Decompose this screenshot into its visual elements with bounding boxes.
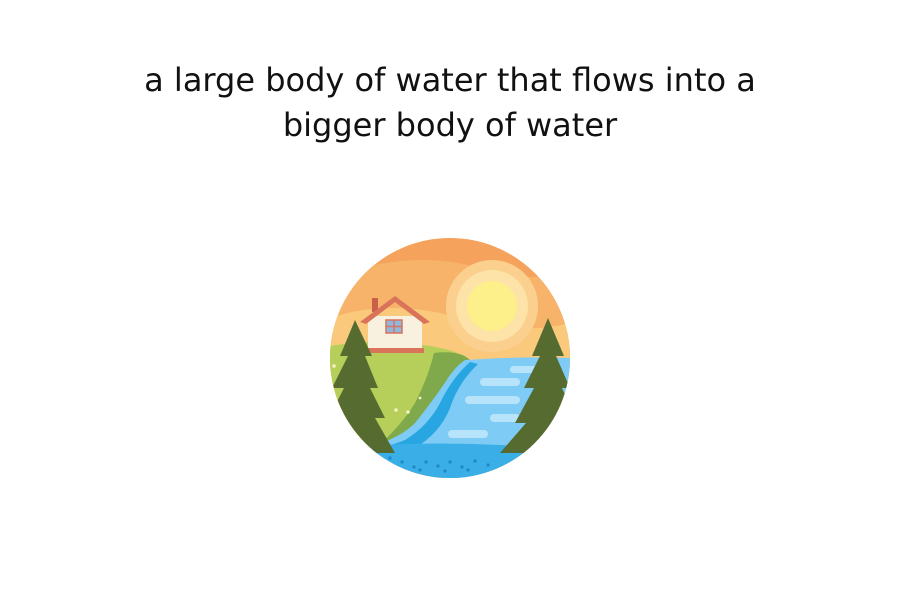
river-landscape-illustration: [330, 238, 570, 478]
caption: a large body of water that flows into a …: [144, 61, 756, 144]
sun-icon: [446, 260, 538, 352]
